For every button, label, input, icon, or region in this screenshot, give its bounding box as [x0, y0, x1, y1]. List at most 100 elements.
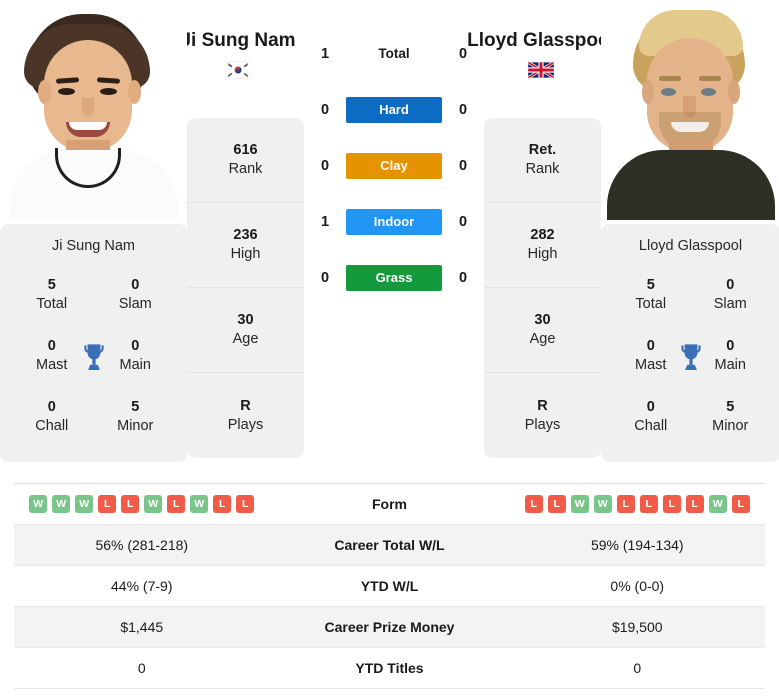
form-badge-win: W [29, 495, 48, 513]
left-card-player-name: Ji Sung Nam [51, 238, 135, 254]
table-row-ytd-wl: 44% (7-9) YTD W/L 0% (0-0) [14, 566, 765, 607]
right-stat-rank-value: Ret. [528, 142, 557, 159]
right-titles-total-value: 5 [646, 277, 655, 293]
left-ytd-wl: 44% (7-9) [111, 578, 173, 594]
portrait-ear-left [38, 80, 51, 104]
h2h-grass-right: 0 [458, 270, 468, 286]
form-badge-loss: L [547, 495, 566, 513]
left-stat-rank-label: Rank [228, 161, 263, 177]
left-career-total-wl: 56% (281-218) [95, 537, 189, 553]
portrait-eye-right [701, 88, 716, 96]
portrait-ear-right [128, 80, 141, 104]
form-badge-loss: L [616, 495, 635, 513]
left-titles-minor-value: 5 [131, 399, 140, 416]
table-label-ytd-wl: YTD W/L [360, 578, 419, 594]
left-player-portrait-art [0, 0, 187, 220]
portrait-eye-right [100, 88, 117, 95]
left-stat-high-label: High [230, 246, 261, 262]
player-comparison-page: Ji Sung Nam Lloyd Glasspool Ji Sung Nam … [0, 0, 779, 699]
left-titles-chall-label: Chall [35, 417, 69, 434]
comparison-top-area: Ji Sung Nam 5 Total 0 Slam 0 Mast 0 Main… [0, 0, 779, 478]
right-titles-slam-value: 0 [726, 277, 735, 293]
right-stat-high: 282 High [484, 203, 601, 288]
portrait-eye-left [58, 88, 75, 95]
right-form-cell: LLWWLLLLWL [510, 495, 766, 513]
table-label-career-total-wl: Career Total W/L [334, 537, 445, 553]
right-stat-age-value: 30 [534, 312, 551, 329]
h2h-indoor-left: 1 [320, 214, 330, 230]
left-titles-slam-value: 0 [131, 277, 140, 293]
portrait-ear-left [642, 80, 654, 104]
h2h-grass-left: 0 [320, 270, 330, 286]
comparison-table: WWWLLWLWLL Form LLWWLLLLWL 56% (281-218)… [14, 483, 765, 689]
left-player-column: Ji Sung Nam 5 Total 0 Slam 0 Mast 0 Main… [0, 0, 187, 462]
left-stats-column: 616 Rank 236 High 30 Age R Plays [187, 118, 304, 458]
head-to-head-column: 1 Total 0 0 Hard 0 0 Clay 0 1 Indoor 0 0 [304, 0, 484, 306]
form-badge-loss: L [167, 495, 186, 513]
h2h-total-label: Total [378, 46, 410, 61]
right-career-prize-money: $19,500 [611, 619, 663, 635]
right-titles-minor: 5 Minor [691, 398, 771, 435]
portrait-ear-right [728, 80, 740, 104]
left-titles-minor-label: Minor [117, 417, 154, 434]
left-stat-age-value: 30 [237, 312, 254, 329]
right-stat-high-value: 282 [530, 227, 555, 244]
left-stat-rank-value: 616 [233, 142, 258, 159]
right-stat-high-label: High [527, 246, 558, 262]
right-stat-rank: Ret. Rank [484, 118, 601, 203]
form-badge-win: W [144, 495, 163, 513]
right-titles-chall-value: 0 [646, 399, 655, 416]
right-titles-chall: 0 Chall [611, 398, 691, 435]
form-badge-loss: L [685, 495, 704, 513]
left-titles-slam: 0 Slam [94, 276, 178, 313]
left-stat-high: 236 High [187, 203, 304, 288]
portrait-brow-left [659, 76, 681, 81]
left-stat-rank: 616 Rank [187, 118, 304, 203]
left-titles-card: Ji Sung Nam 5 Total 0 Slam 0 Mast 0 Main… [0, 224, 187, 462]
right-titles-total-label: Total [635, 295, 667, 312]
portrait-mouth [671, 122, 709, 132]
portrait-eye-left [661, 88, 676, 96]
portrait-teeth [69, 122, 107, 130]
h2h-row-clay: 0 Clay 0 [304, 138, 484, 194]
left-stat-plays: R Plays [187, 373, 304, 458]
form-badge-loss: L [98, 495, 117, 513]
right-titles-total: 5 Total [611, 276, 691, 313]
h2h-hard-left: 0 [320, 102, 330, 118]
form-badge-loss: L [639, 495, 658, 513]
h2h-grass-label[interactable]: Grass [346, 265, 442, 291]
portrait-shirt [607, 150, 775, 220]
right-ytd-wl: 0% (0-0) [610, 578, 665, 594]
form-badge-win: W [75, 495, 94, 513]
h2h-clay-left: 0 [320, 158, 330, 174]
left-titles-grid: 5 Total 0 Slam 0 Mast 0 Main 0 Chall 5 M… [10, 276, 177, 435]
table-label-ytd-titles: YTD Titles [355, 660, 424, 676]
table-row-form: WWWLLWLWLL Form LLWWLLLLWL [14, 484, 765, 525]
left-form-cell: WWWLLWLWLL [14, 495, 270, 513]
h2h-indoor-right: 0 [458, 214, 468, 230]
trophy-icon [680, 343, 701, 370]
h2h-hard-label[interactable]: Hard [346, 97, 442, 123]
right-titles-slam: 0 Slam [691, 276, 771, 313]
left-stat-plays-value: R [240, 397, 251, 414]
right-titles-minor-value: 5 [726, 399, 735, 416]
right-player-header: Lloyd Glasspool [462, 30, 620, 79]
form-badge-win: W [708, 495, 727, 513]
left-titles-chall: 0 Chall [10, 398, 94, 435]
h2h-row-hard: 0 Hard 0 [304, 82, 484, 138]
right-titles-minor-label: Minor [712, 417, 749, 434]
right-stat-plays-label: Plays [524, 416, 561, 433]
right-player-flag-wrap [462, 60, 620, 79]
form-badge-win: W [52, 495, 71, 513]
right-titles-card: Lloyd Glasspool 5 Total 0 Slam 0 Mast 0 … [601, 224, 779, 462]
left-stat-plays-label: Plays [227, 416, 264, 433]
h2h-row-grass: 0 Grass 0 [304, 250, 484, 306]
left-titles-slam-label: Slam [118, 295, 152, 312]
h2h-row-indoor: 1 Indoor 0 [304, 194, 484, 250]
form-badge-loss: L [524, 495, 543, 513]
h2h-indoor-label[interactable]: Indoor [346, 209, 442, 235]
right-stat-rank-label: Rank [525, 161, 560, 177]
right-form-strip: LLWWLLLLWL [524, 495, 750, 513]
h2h-clay-label[interactable]: Clay [346, 153, 442, 179]
form-badge-loss: L [121, 495, 140, 513]
